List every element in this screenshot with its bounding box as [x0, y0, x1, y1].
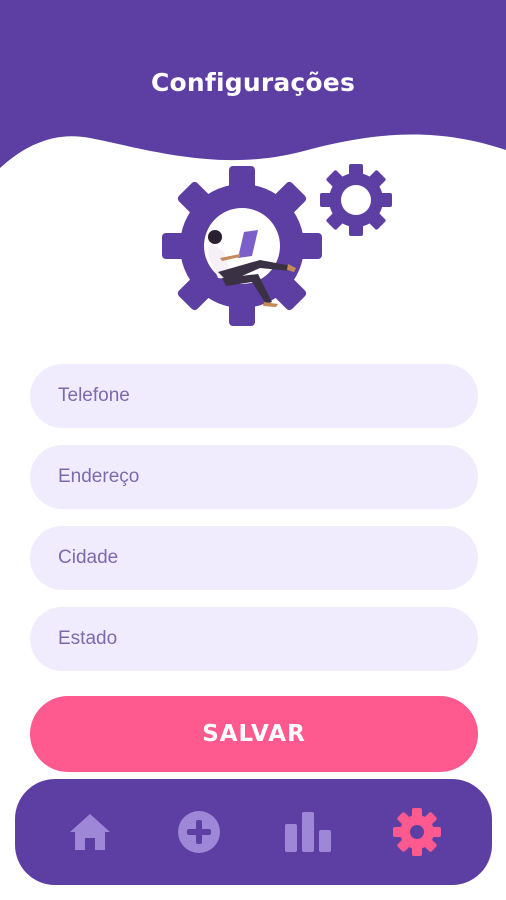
- nav-item-stats[interactable]: [278, 802, 338, 862]
- page-title: Configurações: [150, 68, 356, 97]
- state-input[interactable]: [58, 628, 478, 650]
- phone-field[interactable]: [30, 364, 478, 428]
- city-input[interactable]: [58, 547, 478, 569]
- save-button[interactable]: SALVAR: [30, 696, 478, 772]
- phone-input[interactable]: [58, 385, 478, 407]
- address-input[interactable]: [58, 466, 478, 488]
- address-field[interactable]: [30, 445, 478, 509]
- nav-item-add[interactable]: [169, 802, 229, 862]
- add-circle-icon: [177, 811, 220, 853]
- city-field[interactable]: [30, 526, 478, 590]
- settings-form: [30, 364, 478, 688]
- state-field[interactable]: [30, 607, 478, 671]
- gear-icon: [393, 808, 442, 856]
- nav-item-home[interactable]: [60, 802, 120, 862]
- small-gear-icon: [320, 164, 392, 236]
- bottom-nav: [15, 779, 492, 885]
- settings-illustration: [162, 164, 392, 326]
- nav-item-settings[interactable]: [387, 802, 447, 862]
- home-icon: [69, 814, 110, 850]
- bar-chart-icon: [285, 812, 332, 852]
